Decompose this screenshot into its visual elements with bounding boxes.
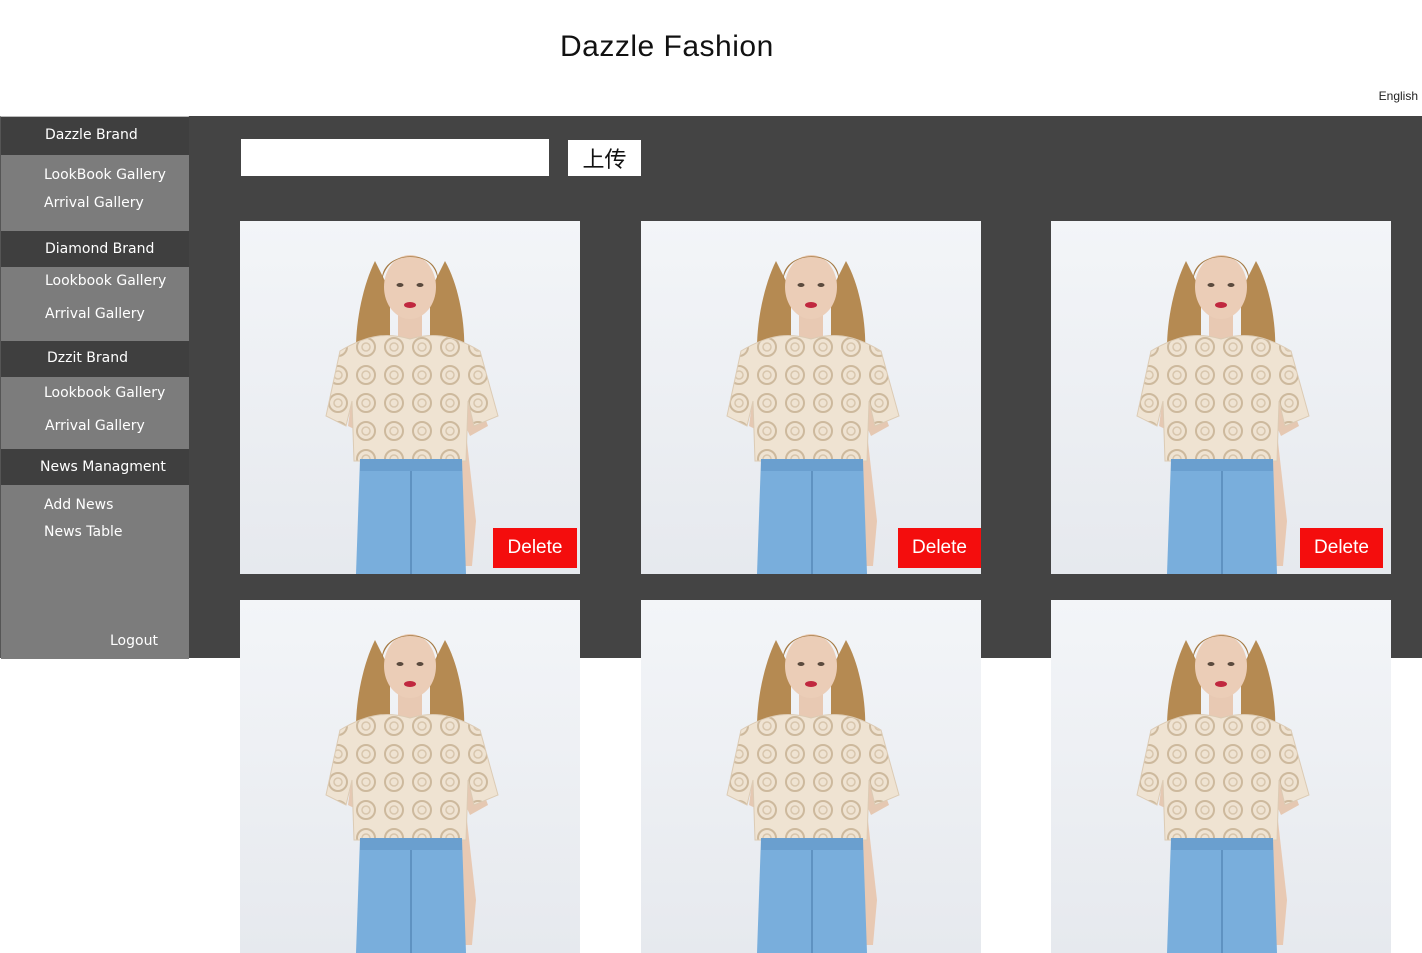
site-title: Dazzle Fashion <box>560 30 774 63</box>
sidebar-item-lookbook-gallery[interactable]: LookBook Gallery <box>44 167 166 183</box>
sidebar-group-label: Dazzle Brand <box>45 127 138 143</box>
header: Dazzle Fashion English <box>0 0 1422 116</box>
language-selector[interactable]: English <box>1379 89 1418 103</box>
sidebar-item-add-news[interactable]: Add News <box>44 497 113 513</box>
sidebar-group-label: Dzzit Brand <box>47 350 129 366</box>
sidebar-group-body: Lookbook Gallery Arrival Gallery <box>1 267 189 341</box>
sidebar-group-dzzit-brand[interactable]: Dzzit Brand <box>1 341 189 377</box>
sidebar-group-body: Add News News Table Logout <box>1 485 189 659</box>
sidebar: Dazzle Brand LookBook Gallery Arrival Ga… <box>0 116 189 659</box>
model-photo <box>240 600 580 953</box>
sidebar-item-news-table[interactable]: News Table <box>44 524 122 540</box>
sidebar-item-arrival-gallery[interactable]: Arrival Gallery <box>44 195 144 211</box>
model-photo <box>1051 221 1391 574</box>
gallery-card: Delete <box>1051 221 1391 574</box>
gallery-card: Delete <box>240 221 580 574</box>
sidebar-group-label: Diamond Brand <box>45 241 155 257</box>
sidebar-group-dazzle-brand[interactable]: Dazzle Brand <box>1 117 189 155</box>
delete-button[interactable]: Delete <box>898 528 981 568</box>
search-input[interactable] <box>241 139 549 176</box>
model-photo <box>1051 600 1391 953</box>
upload-button[interactable]: 上传 <box>568 140 641 176</box>
model-photo <box>641 221 981 574</box>
sidebar-item-arrival-gallery[interactable]: Arrival Gallery <box>45 418 145 434</box>
sidebar-group-diamond-brand[interactable]: Diamond Brand <box>1 231 189 267</box>
delete-button[interactable]: Delete <box>1300 528 1383 568</box>
gallery-card <box>240 600 580 953</box>
main-content: 上传 Delete Delete Delete <box>189 116 1422 953</box>
sidebar-group-body: LookBook Gallery Arrival Gallery <box>1 155 189 231</box>
gallery-card <box>641 600 981 953</box>
delete-button[interactable]: Delete <box>493 528 577 568</box>
sidebar-item-arrival-gallery[interactable]: Arrival Gallery <box>45 306 145 322</box>
sidebar-group-label: News Managment <box>40 459 166 475</box>
gallery-card <box>1051 600 1391 953</box>
model-photo <box>240 221 580 574</box>
gallery-card: Delete <box>641 221 981 574</box>
sidebar-item-lookbook-gallery[interactable]: Lookbook Gallery <box>44 385 165 401</box>
logout-link[interactable]: Logout <box>110 633 158 649</box>
model-photo <box>641 600 981 953</box>
sidebar-group-news-management[interactable]: News Managment <box>1 449 189 485</box>
sidebar-group-body: Lookbook Gallery Arrival Gallery <box>1 377 189 449</box>
sidebar-item-lookbook-gallery[interactable]: Lookbook Gallery <box>45 273 166 289</box>
